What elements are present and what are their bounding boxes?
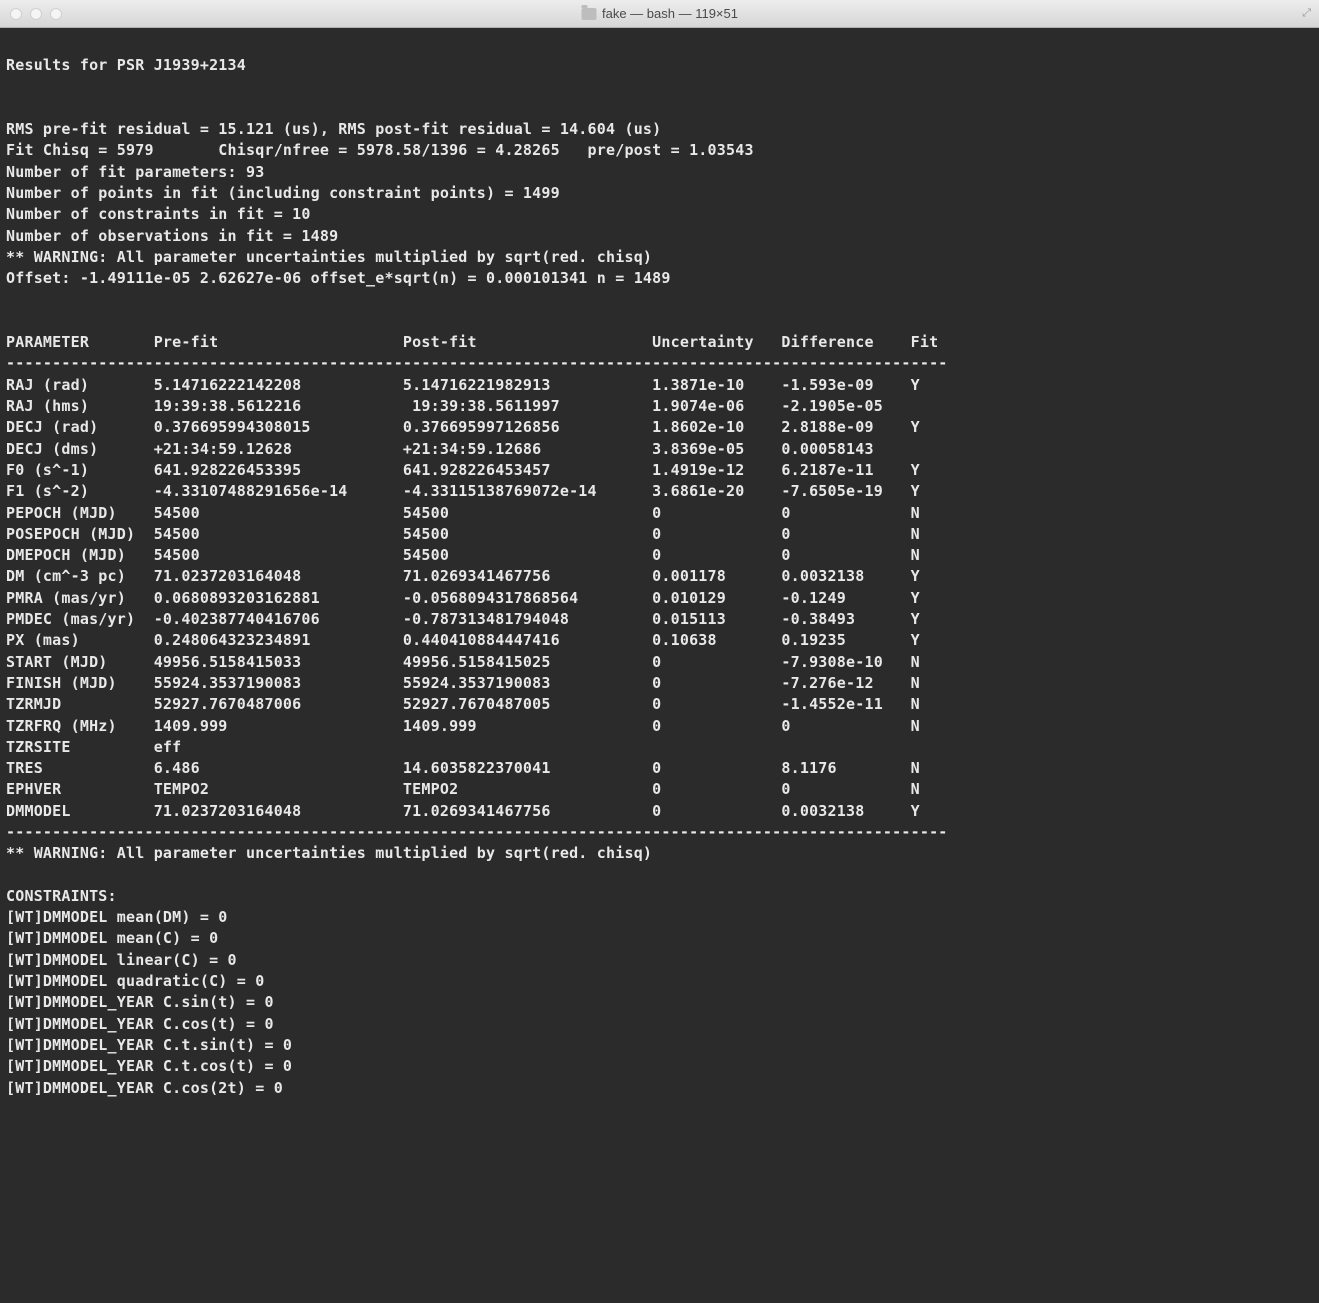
- window-title: fake — bash — 119×51: [581, 6, 738, 21]
- window-titlebar: fake — bash — 119×51 ⤢: [0, 0, 1319, 28]
- close-window-icon[interactable]: [10, 8, 22, 20]
- folder-icon: [581, 8, 596, 20]
- expand-icon[interactable]: ⤢: [1302, 7, 1311, 20]
- terminal-output[interactable]: Results for PSR J1939+2134 RMS pre-fit r…: [0, 28, 1319, 1105]
- zoom-window-icon[interactable]: [50, 8, 62, 20]
- window-title-text: fake — bash — 119×51: [602, 6, 738, 21]
- minimize-window-icon[interactable]: [30, 8, 42, 20]
- traffic-lights: [0, 8, 62, 20]
